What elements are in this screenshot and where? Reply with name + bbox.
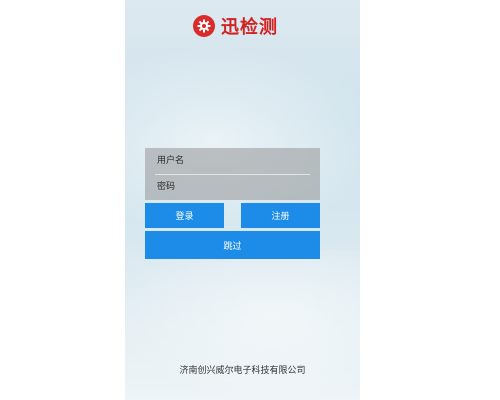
app-header: 迅检测	[193, 14, 278, 38]
app-screen	[125, 0, 360, 400]
register-button[interactable]: 注册	[241, 203, 320, 228]
password-input[interactable]	[155, 181, 309, 193]
login-form	[145, 148, 320, 200]
password-field[interactable]	[145, 174, 320, 200]
username-field[interactable]	[145, 148, 320, 174]
skip-button[interactable]: 跳过	[145, 231, 320, 259]
username-input[interactable]	[155, 155, 309, 167]
app-title: 迅检测	[221, 17, 278, 38]
gear-icon	[193, 15, 215, 37]
company-name: 济南创兴威尔电子科技有限公司	[179, 366, 306, 376]
login-button[interactable]: 登录	[145, 203, 224, 228]
